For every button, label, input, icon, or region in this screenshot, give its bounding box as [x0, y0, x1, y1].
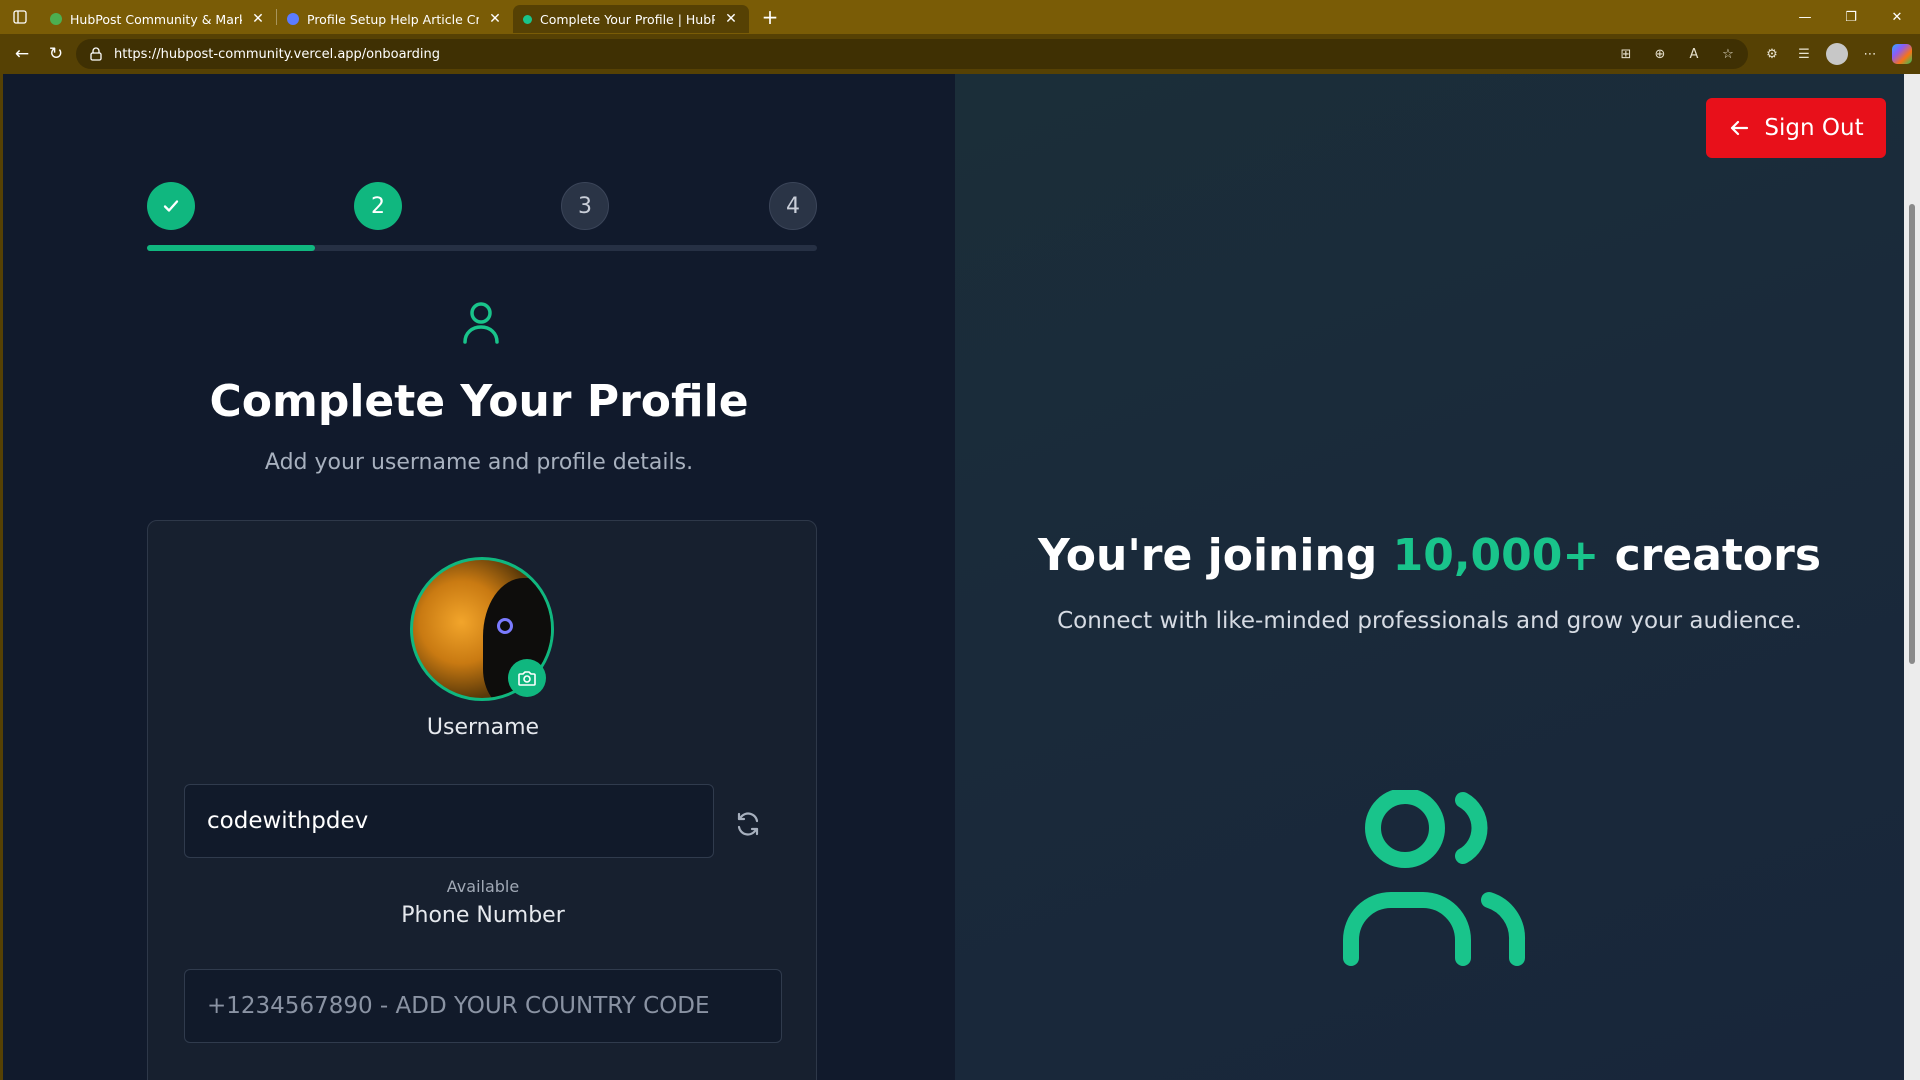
phone-label: Phone Number	[401, 903, 565, 928]
close-window-icon[interactable]: ✕	[1874, 0, 1920, 34]
tab-favicon-icon	[523, 14, 532, 24]
scrollbar-thumb[interactable]	[1909, 204, 1915, 664]
reload-icon[interactable]: ↻	[42, 40, 70, 68]
promo-tagline: Connect with like-minded professionals a…	[1057, 608, 1802, 634]
more-menu-icon[interactable]: ⋯	[1860, 44, 1880, 64]
step-3-pending: 3	[561, 182, 609, 230]
browser-tab-bar: HubPost Community & Marketpl ✕ Profile S…	[0, 0, 1920, 34]
step-2-current: 2	[354, 182, 402, 230]
tab-close-icon[interactable]: ✕	[487, 11, 503, 27]
promo-panel: Sign Out You're joining 10,000+ creators…	[955, 74, 1904, 1080]
minimize-icon[interactable]: —	[1782, 0, 1828, 34]
favorite-star-icon[interactable]: ☆	[1718, 44, 1738, 64]
page-scrollbar[interactable]	[1904, 74, 1920, 1080]
browser-tab-community[interactable]: HubPost Community & Marketpl ✕	[40, 5, 276, 33]
zoom-icon[interactable]: ⊕	[1650, 44, 1670, 64]
headline-prefix: You're joining	[1037, 530, 1393, 581]
browser-tab-help-article[interactable]: Profile Setup Help Article Creatio ✕	[277, 5, 513, 33]
tab-close-icon[interactable]: ✕	[250, 11, 266, 27]
step-progress-track	[147, 245, 817, 251]
phone-number-input[interactable]: +1234567890 - ADD YOUR COUNTRY CODE	[184, 969, 782, 1043]
user-icon	[463, 302, 499, 344]
extensions-icon[interactable]: ⚙	[1762, 44, 1782, 64]
read-aloud-icon[interactable]: A	[1684, 44, 1704, 64]
profile-form-card: Username codewithpdev Available Phone Nu…	[147, 520, 817, 1080]
camera-icon	[518, 671, 536, 686]
avatar-photo-glow	[497, 618, 513, 634]
back-icon[interactable]: ←	[8, 40, 36, 68]
browser-address-bar: ← ↻ https://hubpost-community.vercel.app…	[0, 34, 1920, 74]
page-viewport: 2 3 4 Complete Your Profile Add your use…	[0, 74, 1904, 1080]
tab-title: Profile Setup Help Article Creatio	[307, 11, 479, 27]
tab-favicon-icon	[287, 13, 299, 25]
tab-actions-icon[interactable]	[0, 0, 40, 34]
step-1-complete	[147, 182, 195, 230]
refresh-icon	[737, 812, 759, 836]
tab-favicon-icon	[50, 13, 62, 25]
url-text: https://hubpost-community.vercel.app/onb…	[114, 46, 441, 62]
username-label: Username	[426, 715, 540, 740]
browser-tab-complete-profile[interactable]: Complete Your Profile | HubPost ( ✕	[513, 5, 749, 33]
url-actions: ⊞ ⊕ A ☆	[1616, 44, 1738, 64]
promo-headline: You're joining 10,000+ creators	[955, 530, 1904, 581]
copilot-icon[interactable]	[1892, 44, 1912, 64]
browser-profile-avatar[interactable]	[1826, 43, 1848, 65]
creator-count: 10,000+	[1392, 530, 1600, 581]
onboarding-stepper: 2 3 4	[147, 182, 817, 252]
window-controls: — ❐ ✕	[1782, 0, 1920, 34]
page-subtitle: Add your username and profile details.	[264, 450, 694, 475]
tab-title: HubPost Community & Marketpl	[70, 11, 242, 27]
page-title: Complete Your Profile	[209, 376, 749, 427]
headline-suffix: creators	[1599, 530, 1822, 581]
step-progress-fill	[147, 245, 315, 251]
sign-out-label: Sign Out	[1764, 115, 1864, 141]
arrow-left-icon	[1731, 120, 1749, 136]
app-available-icon[interactable]: ⊞	[1616, 44, 1636, 64]
new-tab-icon[interactable]: +	[755, 5, 785, 29]
change-photo-button[interactable]	[508, 659, 546, 697]
users-icon	[1343, 790, 1526, 966]
tab-title: Complete Your Profile | HubPost (	[540, 11, 715, 27]
regenerate-username-button[interactable]	[728, 804, 768, 844]
lock-icon[interactable]	[86, 44, 106, 64]
browser-toolbar-right: ⚙ ☰ ⋯	[1762, 43, 1912, 65]
tab-close-icon[interactable]: ✕	[723, 11, 739, 27]
favorites-icon[interactable]: ☰	[1794, 44, 1814, 64]
onboarding-panel: 2 3 4 Complete Your Profile Add your use…	[3, 74, 955, 1080]
url-field[interactable]: https://hubpost-community.vercel.app/onb…	[76, 39, 1748, 69]
step-4-pending: 4	[769, 182, 817, 230]
check-icon	[163, 200, 179, 212]
restore-icon[interactable]: ❐	[1828, 0, 1874, 34]
username-input[interactable]: codewithpdev	[184, 784, 714, 858]
username-availability-status: Available	[446, 877, 520, 896]
sign-out-button[interactable]: Sign Out	[1706, 98, 1886, 158]
